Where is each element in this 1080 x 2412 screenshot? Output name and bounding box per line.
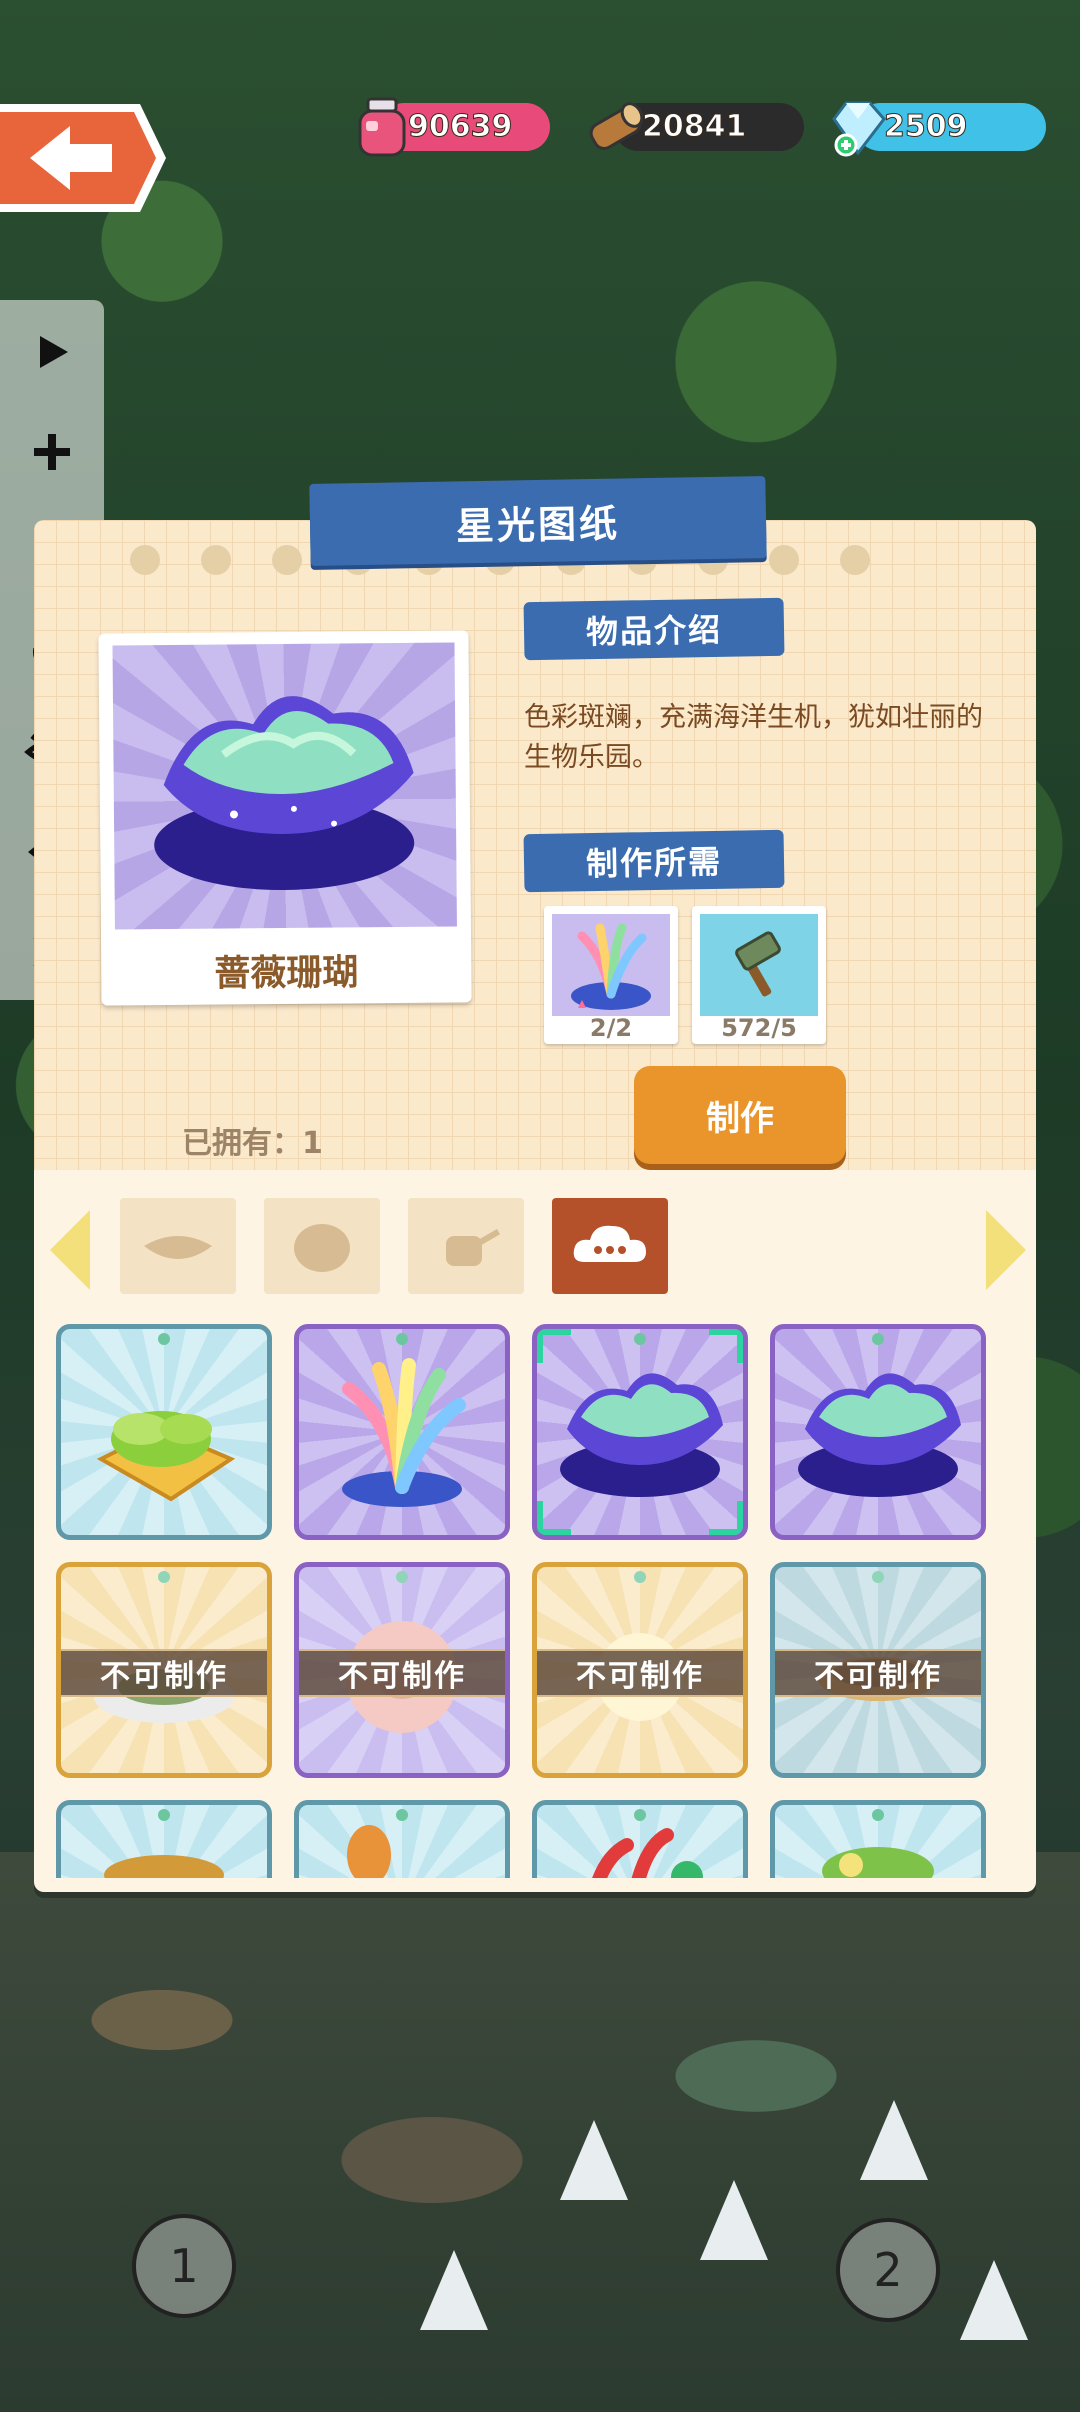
coral-icon (571, 923, 651, 1010)
potion-jar-icon (358, 97, 406, 157)
play-button[interactable] (20, 320, 84, 384)
grid-item[interactable] (770, 1800, 986, 1878)
gem-icon (832, 101, 886, 157)
leaf-plate-icon (96, 1411, 236, 1502)
potion-count: 90639 (407, 109, 513, 145)
hammer-icon (735, 931, 781, 997)
shell-icon (294, 1224, 350, 1272)
grid-item-locked[interactable]: 不可制作 (532, 1562, 748, 1778)
grid-item-locked[interactable]: 不可制作 (56, 1562, 272, 1778)
back-arrow-icon (0, 104, 166, 212)
target-reticle-1[interactable]: 1 (132, 2214, 236, 2318)
panel-title-ribbon: 星光图纸 (309, 476, 767, 566)
resource-gem[interactable]: 2509 (826, 101, 1046, 157)
intro-label-tag: 物品介绍 (523, 597, 785, 661)
resource-wood: 20841 (584, 102, 804, 151)
selected-item-card: 蔷薇珊瑚 (98, 630, 472, 1006)
grid-item-selected[interactable] (532, 1324, 748, 1540)
item-image (112, 642, 457, 930)
panel-title: 星光图纸 (455, 501, 621, 548)
category-tabs (34, 1190, 1036, 1300)
rose-coral-icon (154, 696, 415, 891)
rainbow-coral-icon (342, 1358, 466, 1507)
snow-tree (860, 2100, 928, 2180)
locked-label: 不可制作 (814, 1659, 942, 1694)
grid-item[interactable] (770, 1324, 986, 1540)
wood-count: 20841 (641, 109, 747, 145)
back-button[interactable] (0, 98, 168, 218)
material-image (700, 914, 818, 1016)
watering-can-icon (446, 1229, 501, 1266)
locked-banner: 不可制作 (537, 1649, 743, 1697)
grid-item[interactable] (56, 1800, 272, 1878)
locked-label: 不可制作 (576, 1659, 704, 1694)
rose-coral-icon (798, 1373, 961, 1497)
locked-banner: 不可制作 (775, 1649, 981, 1697)
locked-banner: 不可制作 (61, 1649, 267, 1697)
grid-item[interactable] (532, 1800, 748, 1878)
tab-watering-can[interactable] (408, 1198, 524, 1294)
locked-label: 不可制作 (100, 1659, 228, 1694)
intro-label: 物品介绍 (585, 610, 723, 652)
play-icon (40, 336, 68, 368)
snow-tree (560, 2120, 628, 2200)
locked-label: 不可制作 (338, 1659, 466, 1694)
snow-tree (420, 2250, 488, 2330)
grid-item[interactable] (56, 1324, 272, 1540)
snow-tree (960, 2260, 1028, 2340)
tab-cloud[interactable] (552, 1198, 668, 1294)
material-slot[interactable]: 2/2 (544, 906, 678, 1044)
item-name: 蔷薇珊瑚 (214, 952, 359, 995)
prev-arrow-icon[interactable] (50, 1210, 90, 1290)
resource-potion: 90639 (350, 97, 550, 157)
plus-icon (34, 434, 70, 470)
grid-item[interactable] (294, 1324, 510, 1540)
item-grid: 不可制作 不可制作 不可制作 不可制作 (34, 1310, 1036, 1878)
cloud-icon (573, 1225, 646, 1262)
material-count: 572/5 (721, 1014, 797, 1042)
requirements-label-tag: 制作所需 (523, 829, 785, 893)
reticle-label: 1 (169, 2239, 199, 2293)
material-count: 2/2 (589, 1014, 633, 1042)
material-slot[interactable]: 572/5 (692, 906, 826, 1044)
snow-tree (700, 2180, 768, 2260)
make-button-label: 制作 (706, 1098, 774, 1139)
wood-log-icon (589, 102, 644, 150)
material-image (552, 914, 670, 1016)
boat-icon (144, 1236, 212, 1259)
locked-banner: 不可制作 (299, 1649, 505, 1697)
tab-shell[interactable] (264, 1198, 380, 1294)
gem-count: 2509 (884, 109, 968, 145)
zoom-in-button[interactable] (20, 420, 84, 484)
target-reticle-2[interactable]: 2 (836, 2218, 940, 2322)
grid-item[interactable] (294, 1800, 510, 1878)
owned-count: 已拥有：1 (182, 1126, 323, 1161)
reticle-label: 2 (873, 2243, 903, 2297)
item-description: 色彩斑斓，充满海洋生机，犹如壮丽的生物乐园。 (524, 702, 983, 773)
make-button[interactable]: 制作 (634, 1066, 846, 1164)
next-arrow-icon[interactable] (986, 1210, 1026, 1290)
grid-item-locked[interactable]: 不可制作 (770, 1562, 986, 1778)
requirements-label: 制作所需 (585, 842, 723, 884)
tab-boat[interactable] (120, 1198, 236, 1294)
grid-item-locked[interactable]: 不可制作 (294, 1562, 510, 1778)
